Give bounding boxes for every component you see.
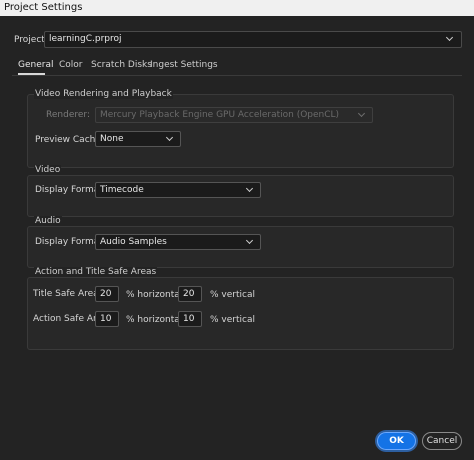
renderer-label: Renderer: — [46, 110, 90, 120]
project-settings-dialog: Project: learningC.prproj General Color … — [0, 16, 474, 460]
tab-scratch-disks[interactable]: Scratch Disks — [91, 60, 152, 70]
project-select[interactable]: learningC.prproj — [44, 31, 462, 48]
action-safe-horizontal-input[interactable]: 10 — [95, 311, 119, 327]
title-safe-horizontal-unit: % horizontal — [126, 290, 183, 300]
video-title: Video — [34, 165, 62, 175]
action-safe-vertical-input[interactable]: 10 — [178, 311, 202, 327]
chevron-down-icon — [357, 109, 366, 118]
tab-color[interactable]: Color — [59, 60, 83, 70]
safe-areas-title: Action and Title Safe Areas — [34, 267, 158, 277]
video-display-format-label: Display Format: — [35, 185, 106, 195]
action-safe-label: Action Safe Area — [33, 314, 108, 324]
renderer-select: Mercury Playback Engine GPU Acceleration… — [95, 107, 373, 123]
chevron-down-icon — [165, 133, 174, 142]
audio-display-format-value: Audio Samples — [100, 237, 167, 247]
project-select-value: learningC.prproj — [49, 34, 122, 44]
preview-cache-value: None — [100, 134, 124, 144]
cancel-button[interactable]: Cancel — [422, 432, 462, 450]
title-safe-vertical-input[interactable]: 20 — [178, 286, 202, 302]
window-title: Project Settings — [0, 0, 474, 16]
action-safe-horizontal-unit: % horizontal — [126, 315, 183, 325]
chevron-down-icon — [245, 236, 254, 245]
video-display-format-value: Timecode — [100, 185, 144, 195]
video-display-format-select[interactable]: Timecode — [95, 182, 261, 198]
action-safe-vertical-unit: % vertical — [210, 315, 255, 325]
title-safe-label: Title Safe Area — [33, 289, 99, 299]
ok-button[interactable]: OK — [377, 432, 416, 450]
tab-ingest-settings[interactable]: Ingest Settings — [150, 60, 218, 70]
audio-display-format-select[interactable]: Audio Samples — [95, 234, 261, 250]
project-label: Project: — [14, 35, 48, 45]
preview-cache-select[interactable]: None — [95, 131, 181, 147]
chevron-down-icon — [445, 33, 454, 42]
chevron-down-icon — [245, 184, 254, 193]
renderer-select-value: Mercury Playback Engine GPU Acceleration… — [100, 110, 340, 120]
video-rendering-title: Video Rendering and Playback — [34, 89, 173, 99]
title-safe-vertical-unit: % vertical — [210, 290, 255, 300]
audio-display-format-label: Display Format: — [35, 237, 106, 247]
tab-general-label: General — [18, 60, 54, 70]
title-safe-horizontal-input[interactable]: 20 — [95, 286, 119, 302]
video-rendering-group — [27, 94, 454, 168]
preview-cache-label: Preview Cache: — [35, 135, 104, 145]
audio-title: Audio — [34, 216, 62, 226]
tab-divider — [12, 75, 462, 76]
tab-general[interactable]: General — [18, 60, 54, 75]
